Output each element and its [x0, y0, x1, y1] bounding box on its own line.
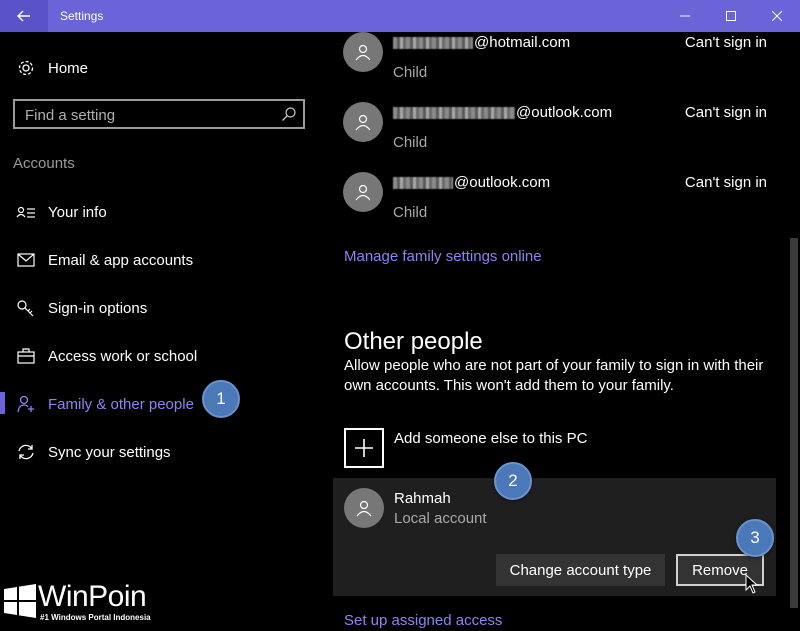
other-people-description: Allow people who are not part of your fa…: [344, 357, 764, 394]
member-status: Can't sign in: [684, 104, 767, 121]
other-people-heading: Other people: [344, 327, 483, 355]
redacted-email-prefix: [393, 36, 473, 49]
sidebar-item-family-other-people[interactable]: Family & other people: [0, 384, 333, 424]
member-status: Can't sign in: [684, 34, 767, 51]
minimize-icon: [680, 15, 690, 17]
sidebar-item-sign-in-options[interactable]: Sign-in options: [0, 288, 333, 328]
person-name: Rahmah: [394, 490, 451, 507]
maximize-button[interactable]: [708, 0, 754, 32]
plus-icon: [355, 439, 373, 457]
sidebar-item-label: Sync your settings: [48, 443, 171, 461]
sidebar-item-label: Family & other people: [48, 395, 194, 413]
member-status: Can't sign in: [684, 174, 767, 191]
family-member[interactable]: @hotmail.com Child Can't sign in: [343, 32, 783, 92]
redacted-email-prefix: [393, 106, 515, 119]
person-icon: [355, 44, 371, 61]
sidebar-item-label: Home: [48, 59, 89, 77]
sidebar: Home Accounts Your info Email & app acco…: [0, 32, 333, 631]
section-title: Accounts: [13, 155, 75, 172]
add-someone-button[interactable]: Add someone else to this PC: [344, 428, 744, 468]
callout-badge-3: 3: [736, 519, 774, 557]
member-email: @outlook.com: [393, 104, 612, 121]
sidebar-item-home[interactable]: Home: [0, 48, 333, 88]
member-role: Child: [393, 134, 428, 151]
add-box: [344, 428, 384, 468]
sidebar-item-email-app-accounts[interactable]: Email & app accounts: [0, 240, 333, 280]
content-pane: @hotmail.com Child Can't sign in @outloo…: [333, 32, 800, 631]
avatar: [343, 172, 383, 212]
avatar: [343, 102, 383, 142]
search-icon[interactable]: [281, 106, 297, 122]
sidebar-item-label: Your info: [48, 203, 107, 221]
person-account-type: Local account: [394, 510, 487, 527]
key-icon: [17, 300, 34, 317]
assigned-access-link[interactable]: Set up assigned access: [344, 612, 502, 629]
watermark-brand: WinPoin: [38, 580, 147, 613]
window-title: Settings: [60, 9, 104, 23]
envelope-icon: [17, 253, 35, 267]
member-role: Child: [393, 64, 428, 81]
close-button[interactable]: [754, 0, 800, 32]
callout-badge-2: 2: [494, 462, 532, 500]
maximize-icon: [726, 11, 736, 21]
add-someone-label: Add someone else to this PC: [394, 430, 588, 447]
member-email: @hotmail.com: [393, 34, 570, 51]
avatar: [344, 488, 384, 528]
watermark-tagline: #1 Windows Portal Indonesia: [40, 613, 151, 622]
manage-family-link[interactable]: Manage family settings online: [344, 248, 542, 265]
change-account-type-button[interactable]: Change account type: [496, 554, 665, 586]
avatar: [343, 32, 383, 72]
windows-logo-icon: [4, 584, 36, 618]
sidebar-item-your-info[interactable]: Your info: [0, 192, 333, 232]
sidebar-item-access-work-school[interactable]: Access work or school: [0, 336, 333, 376]
mouse-cursor-icon: [745, 574, 759, 594]
minimize-button[interactable]: [662, 0, 708, 32]
search-input[interactable]: [23, 105, 282, 125]
family-member[interactable]: @outlook.com Child Can't sign in: [343, 102, 783, 162]
person-card-icon: [16, 206, 35, 218]
back-arrow-icon: [17, 10, 30, 22]
watermark: WinPoin #1 Windows Portal Indonesia: [0, 580, 160, 628]
scrollbar-thumb[interactable]: [790, 238, 798, 608]
gear-icon: [18, 60, 34, 76]
person-icon: [355, 184, 371, 201]
person-row-expanded[interactable]: Rahmah Local account Change account type…: [333, 478, 776, 596]
window-controls: [662, 0, 800, 32]
callout-badge-1: 1: [202, 380, 240, 418]
briefcase-icon: [17, 348, 35, 364]
person-icon: [355, 114, 371, 131]
family-member[interactable]: @outlook.com Child Can't sign in: [343, 172, 783, 232]
member-email: @outlook.com: [393, 174, 550, 191]
sidebar-item-label: Access work or school: [48, 347, 198, 365]
person-icon: [356, 500, 372, 517]
redacted-email-prefix: [393, 176, 453, 189]
add-person-icon: [17, 395, 34, 413]
sidebar-item-label: Email & app accounts: [48, 251, 194, 269]
search-box[interactable]: [13, 99, 305, 129]
sidebar-item-label: Sign-in options: [48, 299, 148, 317]
sync-icon: [18, 444, 34, 460]
close-icon: [772, 11, 782, 21]
sidebar-item-sync-settings[interactable]: Sync your settings: [0, 432, 333, 472]
member-role: Child: [393, 204, 428, 221]
title-bar: Settings: [0, 0, 800, 32]
back-button[interactable]: [0, 0, 48, 32]
